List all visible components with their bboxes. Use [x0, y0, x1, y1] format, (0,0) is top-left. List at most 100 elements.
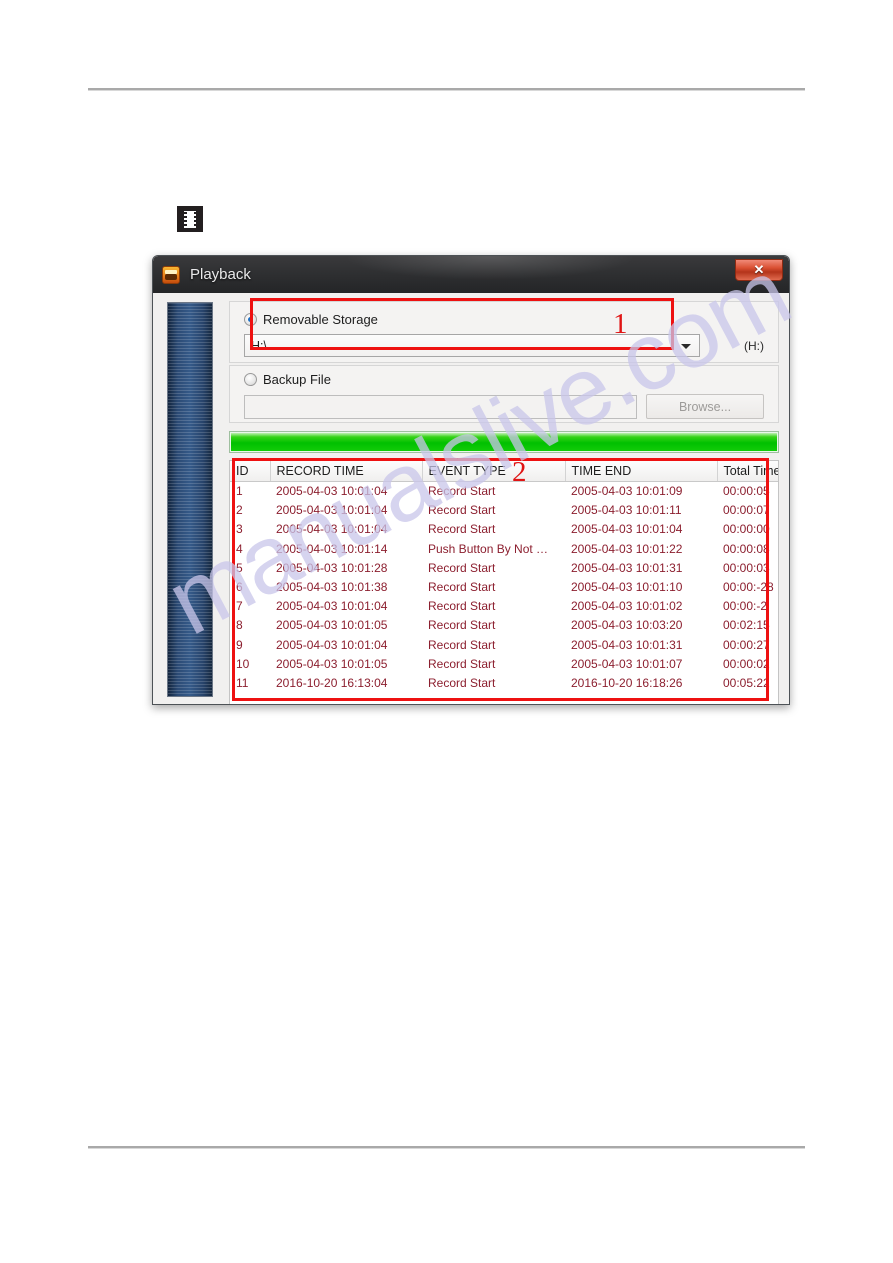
row-cell-total-times: 00:00:02	[723, 656, 770, 671]
table-row[interactable]: 5 2005-04-03 10:01:28 Record Start 2005-04-…	[230, 558, 778, 577]
playback-dialog: Playback ✕ Removable Storage H:\ (H:) Ba…	[152, 255, 790, 705]
table-row[interactable]: 1 2005-04-03 10:01:04 Record Start 2005-04-…	[230, 482, 778, 501]
row-cell-event-type: Record Start	[428, 675, 496, 690]
row-cell-time-end: 2005-04-03 10:01:04	[571, 522, 683, 537]
row-cell-event-type: Record Start	[428, 560, 496, 575]
row-cell-event-type: Record Start	[428, 522, 496, 537]
column-header-total-times[interactable]: Total Times	[717, 461, 778, 482]
row-cell-total-times: 00:00:07	[723, 503, 770, 518]
backup-file-radio[interactable]	[244, 373, 257, 386]
event-list-container[interactable]: ID RECORD TIME EVENT TYPE TIME END Total…	[229, 460, 779, 704]
row-cell-id: 8	[236, 618, 243, 633]
row-cell-id: 2	[236, 503, 243, 518]
row-cell-time-end: 2005-04-03 10:01:31	[571, 560, 683, 575]
page-footer-rule	[88, 1146, 805, 1149]
row-cell-id: 6	[236, 580, 243, 595]
row-cell-id: 4	[236, 541, 243, 556]
table-row[interactable]: 4 2005-04-03 10:01:14 Push Button By Not ……	[230, 539, 778, 558]
removable-storage-radio-row[interactable]: Removable Storage	[244, 310, 764, 329]
row-cell-time-end: 2005-04-03 10:01:11	[571, 503, 682, 518]
drive-select-value: H:\	[251, 338, 267, 353]
row-cell-total-times: 00:00:05	[723, 484, 770, 499]
row-cell-record-time: 2016-10-20 16:13:04	[276, 675, 388, 690]
row-cell-total-times: 00:00:03	[723, 560, 770, 575]
dialog-title: Playback	[190, 266, 251, 283]
row-cell-time-end: 2005-04-03 10:01:07	[571, 656, 683, 671]
event-table: ID RECORD TIME EVENT TYPE TIME END Total…	[230, 461, 778, 693]
row-cell-id: 5	[236, 560, 243, 575]
row-cell-time-end: 2005-04-03 10:01:22	[571, 541, 683, 556]
column-header-event-type[interactable]: EVENT TYPE	[422, 461, 566, 482]
film-strip-glyph	[184, 210, 196, 228]
row-cell-record-time: 2005-04-03 10:01:04	[276, 503, 388, 518]
row-cell-total-times: 00:05:22	[723, 675, 770, 690]
row-cell-time-end: 2005-04-03 10:01:02	[571, 599, 683, 614]
film-perforations-left	[184, 211, 187, 228]
row-cell-event-type: Record Start	[428, 580, 496, 595]
row-cell-record-time: 2005-04-03 10:01:05	[276, 656, 388, 671]
row-cell-id: 11	[236, 675, 249, 690]
main-content: Removable Storage H:\ (H:) Backup File B…	[225, 293, 789, 704]
backup-file-row: Browse...	[244, 394, 764, 419]
browse-button[interactable]: Browse...	[646, 394, 764, 419]
event-table-body: 1 2005-04-03 10:01:04 Record Start 2005-04-…	[230, 482, 778, 693]
row-cell-event-type: Record Start	[428, 503, 496, 518]
row-cell-total-times: 00:02:15	[723, 618, 770, 633]
row-cell-total-times: 00:00:08	[723, 541, 770, 556]
row-cell-total-times: 00:00:27	[723, 637, 770, 652]
close-button[interactable]: ✕	[735, 259, 783, 281]
dialog-titlebar[interactable]: Playback ✕	[153, 256, 789, 293]
table-row[interactable]: 3 2005-04-03 10:01:04 Record Start 2005-04-…	[230, 520, 778, 539]
row-cell-event-type: Record Start	[428, 484, 496, 499]
removable-storage-group: Removable Storage H:\ (H:)	[229, 301, 779, 363]
backup-file-radio-row[interactable]: Backup File	[244, 370, 764, 389]
video-preview-panel	[167, 302, 213, 697]
table-row[interactable]: 11 2016-10-20 16:13:04 Record Start 2016-10…	[230, 673, 778, 692]
table-header-row: ID RECORD TIME EVENT TYPE TIME END Total…	[230, 461, 778, 482]
table-row[interactable]: 10 2005-04-03 10:01:05 Record Start 2005-04…	[230, 654, 778, 673]
row-cell-record-time: 2005-04-03 10:01:38	[276, 580, 388, 595]
row-cell-event-type: Push Button By Not …	[428, 541, 549, 556]
sidebar-container	[153, 293, 225, 704]
row-cell-id: 10	[236, 656, 250, 671]
chevron-down-icon	[681, 343, 691, 349]
row-cell-time-end: 2005-04-03 10:03:20	[571, 618, 683, 633]
table-row[interactable]: 7 2005-04-03 10:01:04 Record Start 2005-04-…	[230, 597, 778, 616]
row-cell-record-time: 2005-04-03 10:01:14	[276, 541, 388, 556]
row-cell-id: 1	[236, 484, 243, 499]
film-perforations-right	[193, 211, 196, 228]
drive-letter-label: (H:)	[744, 338, 764, 353]
row-cell-event-type: Record Start	[428, 656, 496, 671]
table-row[interactable]: 6 2005-04-03 10:01:38 Record Start 2005-04-…	[230, 577, 778, 596]
row-cell-total-times: 00:00:-28	[723, 580, 774, 595]
backup-file-label: Backup File	[263, 372, 331, 387]
row-cell-event-type: Record Start	[428, 599, 496, 614]
row-cell-record-time: 2005-04-03 10:01:05	[276, 618, 388, 633]
drive-select-row: H:\ (H:)	[244, 334, 764, 357]
row-cell-id: 9	[236, 637, 243, 652]
row-cell-record-time: 2005-04-03 10:01:04	[276, 599, 388, 614]
backup-path-input[interactable]	[244, 394, 637, 419]
column-header-id[interactable]: ID	[230, 461, 271, 482]
row-cell-time-end: 2005-04-03 10:01:10	[571, 580, 683, 595]
row-cell-record-time: 2005-04-03 10:01:04	[276, 637, 388, 652]
backup-file-group: Backup File Browse...	[229, 365, 779, 423]
dialog-body: Removable Storage H:\ (H:) Backup File B…	[153, 293, 789, 704]
row-cell-event-type: Record Start	[428, 637, 496, 652]
column-header-record-time[interactable]: RECORD TIME	[270, 461, 423, 482]
row-cell-id: 3	[236, 522, 243, 537]
app-logo-icon	[162, 265, 180, 284]
page-header-rule	[88, 88, 805, 91]
drive-select[interactable]: H:\	[244, 334, 700, 357]
row-cell-event-type: Record Start	[428, 618, 496, 633]
table-row[interactable]: 9 2005-04-03 10:01:04 Record Start 2005-04-…	[230, 635, 778, 654]
table-row[interactable]: 2 2005-04-03 10:01:04 Record Start 2005-04-…	[230, 501, 778, 520]
row-cell-time-end: 2016-10-20 16:18:26	[571, 675, 683, 690]
row-cell-total-times: 00:00:-2	[723, 599, 768, 614]
load-progress-fill	[231, 433, 777, 451]
removable-storage-radio[interactable]	[244, 313, 257, 326]
column-header-time-end[interactable]: TIME END	[565, 461, 718, 482]
row-cell-total-times: 00:00:00	[723, 522, 770, 537]
row-cell-record-time: 2005-04-03 10:01:04	[276, 522, 388, 537]
table-row[interactable]: 8 2005-04-03 10:01:05 Record Start 2005-04-…	[230, 616, 778, 635]
